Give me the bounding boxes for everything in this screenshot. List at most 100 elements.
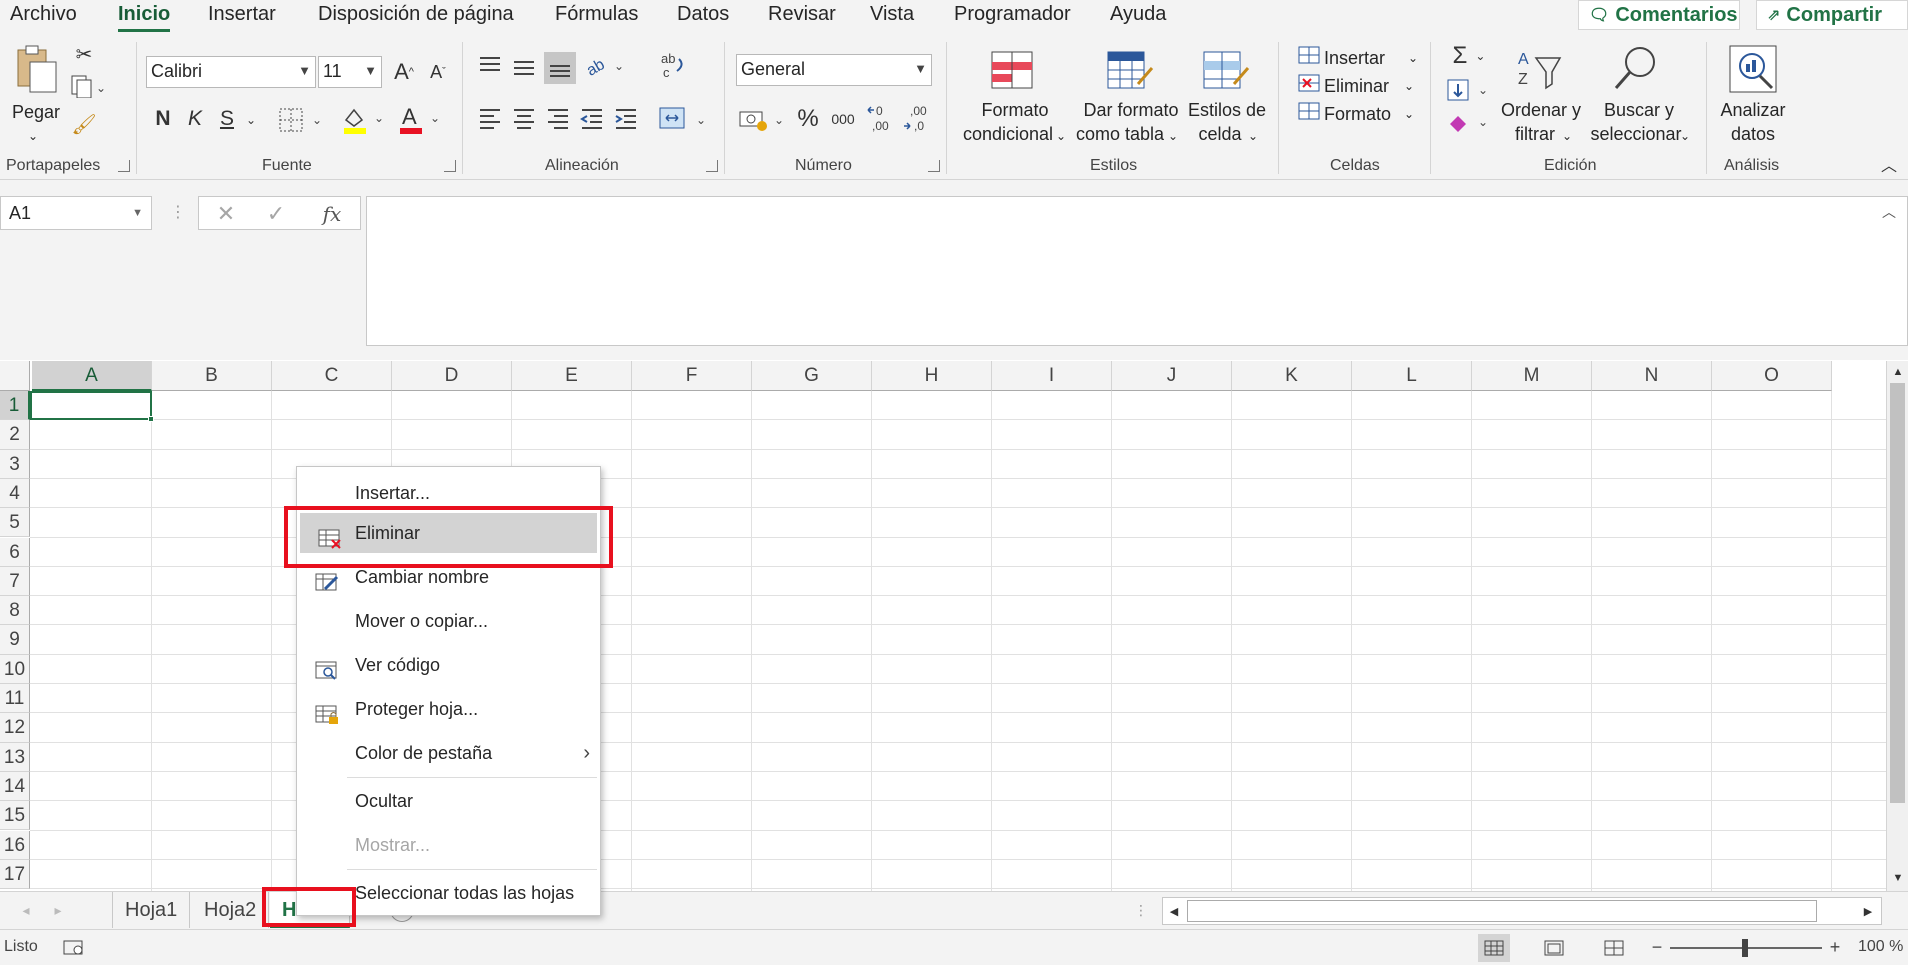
name-box[interactable]: A1 ▼ bbox=[0, 196, 152, 230]
column-header[interactable]: D bbox=[392, 361, 512, 391]
accounting-format-icon[interactable]: ⌄ bbox=[738, 104, 786, 134]
paste-icon[interactable] bbox=[14, 44, 58, 94]
insert-cells-button[interactable]: Insertar bbox=[1324, 46, 1385, 70]
select-all-button[interactable] bbox=[0, 361, 30, 391]
decrease-decimal-icon[interactable]: ,00,0 bbox=[902, 102, 932, 136]
scroll-right-icon[interactable]: ▶ bbox=[1857, 900, 1879, 922]
format-cells-button[interactable]: Formato bbox=[1324, 102, 1391, 126]
column-header[interactable]: M bbox=[1472, 361, 1592, 391]
menu-item-color-pestana[interactable]: Color de pestaña › bbox=[297, 733, 600, 773]
chevron-down-icon[interactable]: ⌄ bbox=[1056, 124, 1066, 148]
menu-item-ocultar[interactable]: Ocultar bbox=[297, 781, 600, 821]
row-header[interactable]: 6 bbox=[0, 537, 30, 567]
column-header[interactable]: C bbox=[272, 361, 392, 391]
find-select-label[interactable]: Buscar y bbox=[1596, 98, 1682, 122]
worksheet-grid[interactable]: ABCDEFGHIJKLMNO 1 2 3 4 5 6 7 8 9 10 11 12 13 14 15 16 1… bbox=[0, 361, 1886, 891]
scroll-up-icon[interactable]: ▲ bbox=[1889, 363, 1907, 381]
align-middle-icon[interactable] bbox=[510, 52, 538, 80]
column-header[interactable]: L bbox=[1352, 361, 1472, 391]
number-format-select[interactable]: General ▼ bbox=[736, 54, 932, 86]
format-as-table-icon[interactable] bbox=[1106, 50, 1154, 90]
row-header[interactable]: 17 bbox=[0, 859, 30, 890]
row-header[interactable]: 4 bbox=[0, 478, 30, 509]
fill-color-icon[interactable]: ⌄ bbox=[340, 102, 386, 136]
row-header[interactable]: 3 bbox=[0, 449, 30, 479]
comments-button[interactable]: 🗨 Comentarios bbox=[1578, 0, 1740, 30]
row-header[interactable]: 2 bbox=[0, 420, 30, 450]
format-as-table-label[interactable]: Dar formato bbox=[1076, 98, 1186, 122]
format-as-table-label-2[interactable]: como tabla bbox=[1070, 122, 1170, 146]
cell-styles-icon[interactable] bbox=[1202, 50, 1250, 90]
row-header[interactable]: 10 bbox=[0, 654, 30, 684]
column-header[interactable]: H bbox=[872, 361, 992, 391]
percent-style-button[interactable]: % bbox=[794, 104, 822, 134]
share-button[interactable]: ⇗ Compartir bbox=[1756, 0, 1908, 30]
sheet-tab-hoja1[interactable]: Hoja1 bbox=[112, 892, 191, 928]
align-center-icon[interactable] bbox=[510, 104, 538, 132]
accessibility-icon[interactable] bbox=[62, 936, 86, 958]
conditional-format-label-2[interactable]: condicional bbox=[958, 122, 1058, 146]
underline-button[interactable]: S bbox=[214, 104, 240, 134]
conditional-format-icon[interactable] bbox=[990, 50, 1034, 90]
number-launcher-icon[interactable] bbox=[928, 160, 940, 172]
row-header[interactable]: 13 bbox=[0, 742, 30, 772]
align-bottom-icon[interactable] bbox=[544, 52, 576, 84]
zoom-out-icon[interactable]: − bbox=[1648, 936, 1666, 958]
scroll-down-icon[interactable]: ▼ bbox=[1889, 869, 1907, 887]
page-break-view-icon[interactable] bbox=[1598, 934, 1630, 962]
zoom-slider-thumb[interactable] bbox=[1742, 939, 1748, 957]
sort-filter-icon[interactable]: AZ bbox=[1514, 44, 1564, 94]
column-header[interactable]: I bbox=[992, 361, 1112, 391]
insert-cells-icon[interactable] bbox=[1296, 44, 1322, 66]
font-launcher-icon[interactable] bbox=[444, 160, 456, 172]
horizontal-scrollbar[interactable]: ◀ ▶ bbox=[1162, 897, 1882, 925]
alignment-launcher-icon[interactable] bbox=[706, 160, 718, 172]
increase-indent-icon[interactable] bbox=[612, 104, 640, 132]
bold-button[interactable]: N bbox=[150, 104, 176, 134]
delete-cells-icon[interactable] bbox=[1296, 72, 1322, 94]
analyze-data-label-2[interactable]: datos bbox=[1724, 122, 1782, 146]
conditional-format-label[interactable]: Formato bbox=[970, 98, 1060, 122]
format-painter-icon[interactable]: 🖌 bbox=[71, 112, 96, 136]
copy-icon[interactable]: ⌄ bbox=[70, 74, 106, 98]
zoom-in-icon[interactable]: + bbox=[1826, 936, 1844, 958]
decrease-indent-icon[interactable] bbox=[578, 104, 606, 132]
tab-archivo[interactable]: Archivo bbox=[10, 3, 77, 26]
column-header[interactable]: B bbox=[152, 361, 272, 391]
zoom-level[interactable]: 100 % bbox=[1858, 938, 1903, 956]
chevron-down-icon[interactable]: ▼ bbox=[132, 207, 143, 219]
align-left-icon[interactable] bbox=[476, 104, 504, 132]
font-size-select[interactable]: 11 ▼ bbox=[318, 56, 382, 88]
merge-center-icon[interactable]: ⌄ bbox=[658, 104, 710, 134]
formula-input[interactable] bbox=[366, 196, 1908, 346]
tab-programador[interactable]: Programador bbox=[954, 3, 1071, 26]
font-color-icon[interactable]: A ⌄ bbox=[396, 102, 442, 136]
cell-styles-label-2[interactable]: celda bbox=[1190, 122, 1250, 146]
menu-item-mover-copiar[interactable]: Mover o copiar... bbox=[297, 601, 600, 641]
chevron-down-icon[interactable]: ⌄ bbox=[1404, 102, 1414, 126]
chevron-down-icon[interactable]: ⌄ bbox=[1680, 124, 1690, 148]
chevron-down-icon[interactable]: ⌄ bbox=[1408, 46, 1418, 70]
align-top-icon[interactable] bbox=[476, 52, 504, 80]
row-header[interactable]: 9 bbox=[0, 625, 30, 655]
column-header[interactable]: E bbox=[512, 361, 632, 391]
orientation-icon[interactable]: ab ⌄ bbox=[584, 52, 626, 80]
normal-view-icon[interactable] bbox=[1478, 934, 1510, 962]
collapse-formula-bar-icon[interactable]: ︿ bbox=[1882, 202, 1900, 220]
cancel-icon[interactable]: ✕ bbox=[213, 201, 239, 227]
page-layout-view-icon[interactable] bbox=[1538, 934, 1570, 962]
active-cell[interactable] bbox=[30, 391, 152, 420]
menu-item-proteger-hoja[interactable]: Proteger hoja... bbox=[297, 689, 600, 729]
delete-cells-button[interactable]: Eliminar bbox=[1324, 74, 1389, 98]
borders-icon[interactable]: ⌄ bbox=[276, 104, 324, 134]
vertical-scrollbar[interactable]: ▲ ▼ bbox=[1886, 361, 1908, 891]
row-header[interactable]: 11 bbox=[0, 684, 30, 714]
menu-item-ver-codigo[interactable]: Ver código bbox=[297, 645, 600, 685]
next-sheet-icon[interactable]: ▸ bbox=[48, 898, 68, 922]
row-header[interactable]: 15 bbox=[0, 801, 30, 831]
autosum-icon[interactable]: Σ ⌄ bbox=[1446, 42, 1492, 70]
format-cells-icon[interactable] bbox=[1296, 100, 1322, 122]
analyze-data-label[interactable]: Analizar bbox=[1712, 98, 1794, 122]
column-header[interactable]: G bbox=[752, 361, 872, 391]
align-right-icon[interactable] bbox=[544, 104, 572, 132]
